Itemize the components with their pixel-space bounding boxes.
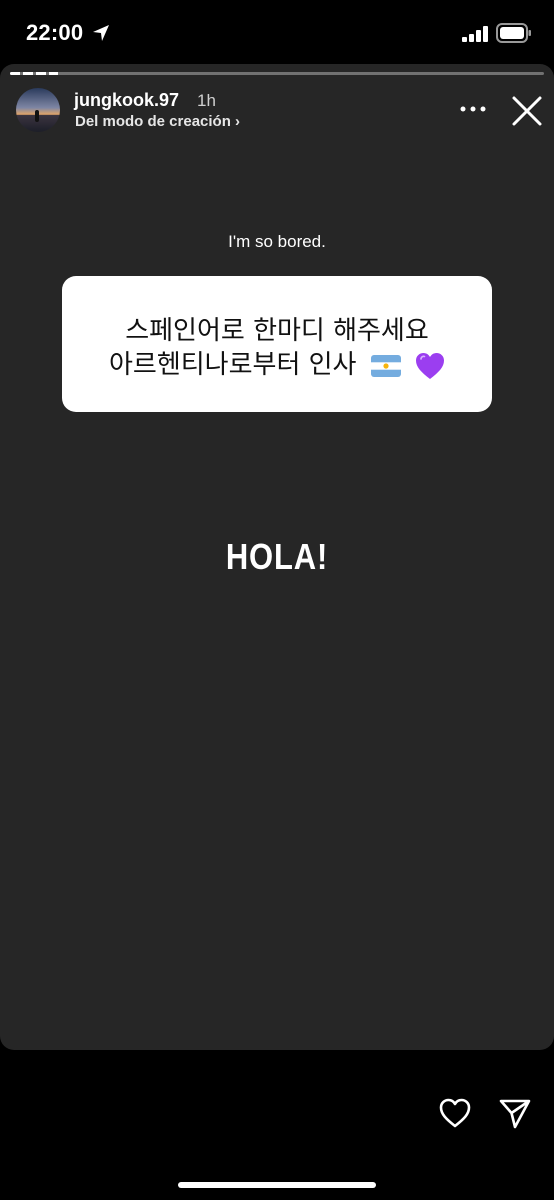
username[interactable]: jungkook.97 [74, 90, 179, 111]
post-time: 1h [197, 91, 216, 110]
create-mode-label: Del modo de creación [75, 113, 231, 130]
cellular-signal-icon [462, 26, 488, 42]
question-line-2-text: 아르헨티나로부터 인사 [109, 350, 357, 380]
avatar-figure [35, 110, 39, 122]
heart-outline-icon[interactable] [438, 1096, 472, 1130]
avatar[interactable] [16, 88, 60, 132]
story-progress-bar [10, 72, 544, 75]
chevron-right-icon: › [235, 113, 241, 130]
status-time: 22:00 [26, 20, 84, 45]
status-bar: 22:00 [0, 0, 554, 64]
battery-icon [496, 23, 531, 43]
home-indicator[interactable] [178, 1182, 376, 1188]
question-sticker: 스페인어로 한마디 해주세요 아르헨티나로부터 인사 [62, 276, 492, 412]
story-progress-fill [10, 72, 59, 75]
close-icon[interactable] [506, 90, 548, 132]
question-line-1: 스페인어로 한마디 해주세요 [125, 316, 429, 346]
create-mode-link[interactable]: Del modo de creación › [75, 113, 240, 130]
argentina-flag-emoji [370, 354, 401, 377]
purple-heart-emoji [416, 352, 444, 379]
answer-text: HOLA! [225, 536, 329, 577]
send-icon[interactable] [498, 1096, 532, 1130]
location-arrow-icon [93, 25, 109, 41]
story-caption: I'm so bored. [228, 232, 326, 251]
story-card[interactable]: jungkook.97 1h Del modo de creación › I'… [0, 64, 554, 1050]
question-line-2: 아르헨티나로부터 인사 [62, 344, 492, 381]
more-options-button[interactable] [456, 94, 490, 124]
